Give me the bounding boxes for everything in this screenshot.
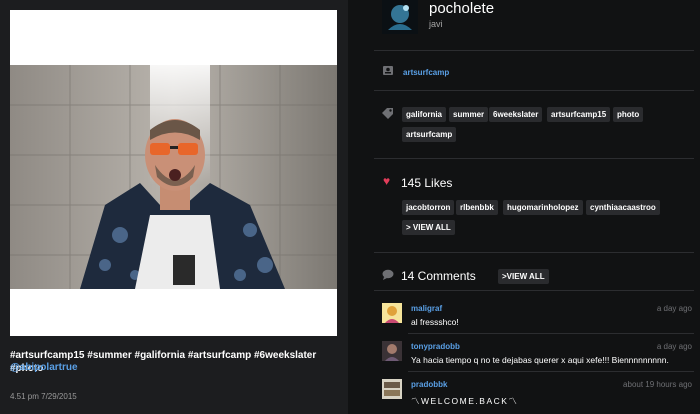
tag-icon	[381, 107, 394, 123]
likes-view-all-button[interactable]: > VIEW ALL	[402, 220, 455, 235]
post-photo[interactable]	[10, 65, 337, 289]
liker-chip[interactable]: hugomarinholopez	[503, 200, 583, 215]
comment-time: a day ago	[656, 342, 692, 351]
commenter-avatar[interactable]	[382, 303, 402, 323]
divider	[408, 371, 694, 372]
tag-chip[interactable]: galifornia	[402, 107, 447, 122]
tag-chip[interactable]: artsurfcamp15	[547, 107, 611, 122]
heart-icon[interactable]: ♥	[383, 174, 390, 188]
photo-frame[interactable]	[10, 10, 337, 336]
divider	[374, 158, 694, 159]
divider	[374, 290, 694, 291]
location-link[interactable]: artsurfcamp	[403, 68, 449, 77]
liker-chip[interactable]: cynthiaacaastroo	[586, 200, 660, 215]
divider	[374, 252, 694, 253]
comment-user[interactable]: pradobbk	[411, 380, 447, 389]
liker-chip[interactable]: jacobtorron	[402, 200, 455, 215]
comment-text: 〽WELCOME.BACK〽	[411, 396, 519, 406]
tag-chip[interactable]: photo	[613, 107, 644, 122]
divider	[374, 50, 694, 51]
tag-chip[interactable]: 6weekslater	[489, 107, 543, 122]
commenter-avatar[interactable]	[382, 341, 402, 361]
comment-time: a day ago	[656, 304, 692, 313]
speech-bubble-icon	[382, 269, 394, 283]
comment-time: about 19 hours ago	[623, 380, 692, 389]
comment-user[interactable]: maligraf	[411, 304, 442, 313]
likes-count: 145 Likes	[401, 176, 453, 190]
mention-link[interactable]: @abipolartrue	[10, 362, 78, 373]
info-panel: pocholete javi artsurfcamp galifornia su…	[348, 0, 700, 414]
comment-text: al fressshco!	[411, 317, 459, 327]
username[interactable]: pocholete	[429, 0, 494, 17]
comments-view-all-button[interactable]: >VIEW ALL	[498, 269, 549, 284]
post-viewer: #artsurfcamp15 #summer #galifornia #arts…	[0, 0, 700, 414]
comment-text: Ya hacia tiempo q no te dejabas querer x…	[411, 355, 669, 365]
post-date: 4.51 pm 7/29/2015	[10, 392, 77, 401]
tag-chip[interactable]: summer	[449, 107, 489, 122]
id-card-icon	[382, 64, 394, 79]
tag-chip[interactable]: artsurfcamp	[402, 127, 457, 142]
divider	[374, 90, 694, 91]
comments-count: 14 Comments	[401, 269, 476, 283]
photo-panel: #artsurfcamp15 #summer #galifornia #arts…	[0, 0, 348, 414]
divider	[408, 333, 694, 334]
comment-user[interactable]: tonypradobb	[411, 342, 460, 351]
user-avatar[interactable]	[382, 0, 418, 34]
user-fullname: javi	[429, 19, 443, 29]
liker-chip[interactable]: rlbenbbk	[456, 200, 498, 215]
commenter-avatar[interactable]	[382, 379, 402, 399]
